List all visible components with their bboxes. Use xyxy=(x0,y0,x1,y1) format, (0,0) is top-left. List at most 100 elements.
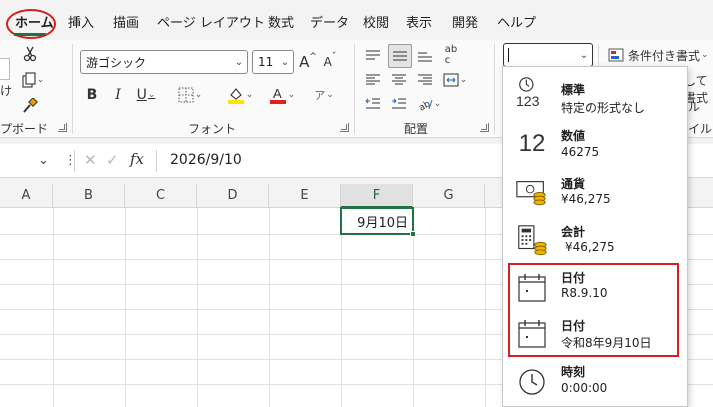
format-option-title: 通貨 xyxy=(561,177,586,191)
format-option-currency[interactable]: 通貨 ¥46,275 xyxy=(503,167,687,223)
align-middle-icon[interactable] xyxy=(388,44,412,68)
cut-icon[interactable] xyxy=(20,44,40,64)
annotation-highlight-box xyxy=(508,263,679,357)
tab-home[interactable]: ホーム xyxy=(15,12,54,31)
align-right-icon[interactable] xyxy=(414,70,436,90)
general-icon: 123 xyxy=(515,75,549,110)
more-icon: ⋮ xyxy=(64,153,77,168)
font-launcher-icon[interactable] xyxy=(340,123,349,132)
grid-line xyxy=(413,208,414,407)
phonetic-guide-icon[interactable]: ア ⌄ xyxy=(306,84,342,106)
column-header-a[interactable]: A xyxy=(0,184,53,208)
grid-line xyxy=(485,208,486,407)
grid-line xyxy=(125,208,126,407)
orientation-icon[interactable]: ab ⌄ xyxy=(414,94,444,114)
tab-review[interactable]: 校閲 xyxy=(363,12,389,31)
paste-icon[interactable] xyxy=(0,58,10,80)
number-icon: 12 xyxy=(518,130,546,157)
group-divider xyxy=(494,44,495,134)
column-header-d[interactable]: D xyxy=(197,184,269,208)
format-option-title: 標準 xyxy=(561,83,586,97)
borders-icon[interactable]: ⌄ xyxy=(170,84,210,106)
increase-font-size-icon[interactable]: A ^ xyxy=(298,50,318,74)
column-header-e[interactable]: E xyxy=(269,184,341,208)
format-option-number[interactable]: 12 数値 46275 xyxy=(503,117,687,173)
format-option-sample: ¥46,275 xyxy=(565,240,615,254)
chevron-down-icon: ⌄ xyxy=(579,49,589,61)
increase-indent-icon[interactable] xyxy=(388,94,410,114)
decrease-indent-icon[interactable] xyxy=(362,94,384,114)
grid-line xyxy=(341,208,342,407)
underline-icon[interactable]: U ⌄ xyxy=(132,84,160,106)
align-bottom-icon[interactable] xyxy=(414,46,436,66)
grid-line xyxy=(197,208,198,407)
font-name-value: 游ゴシック xyxy=(86,55,147,70)
align-top-icon[interactable] xyxy=(362,46,384,66)
clipboard-group-label: プボード xyxy=(0,122,49,136)
clipboard-launcher-icon[interactable] xyxy=(58,123,67,132)
format-option-title: 会計 xyxy=(561,225,586,239)
font-size-combo[interactable]: 11 ⌄ xyxy=(252,50,294,74)
active-cell-f1[interactable]: 9月10日 xyxy=(340,207,414,235)
tab-help[interactable]: ヘルプ xyxy=(497,12,536,31)
svg-text:123: 123 xyxy=(516,94,540,110)
chevron-down-icon: ⌄ xyxy=(280,56,290,68)
copy-icon[interactable]: ⌄ xyxy=(18,70,48,90)
group-divider xyxy=(354,44,355,134)
column-header-c[interactable]: C xyxy=(125,184,197,208)
enter-icon[interactable]: ✓ xyxy=(106,151,119,169)
alignment-launcher-icon[interactable] xyxy=(480,123,489,132)
paste-label-partial: け xyxy=(0,84,13,98)
conditional-format-label: 条件付き書式 xyxy=(628,48,701,63)
format-option-sample: 0:00:00 xyxy=(561,381,608,395)
cell-styles-label-partial: ル xyxy=(688,100,701,114)
divider xyxy=(74,150,75,172)
column-header-b[interactable]: B xyxy=(53,184,125,208)
time-icon xyxy=(515,365,549,399)
grid-line xyxy=(269,208,270,407)
tab-draw[interactable]: 描画 xyxy=(113,12,139,31)
currency-icon xyxy=(515,175,549,209)
column-header-g[interactable]: G xyxy=(413,184,485,208)
tab-page-layout[interactable]: ページ レイアウト xyxy=(157,12,265,31)
italic-icon[interactable]: I xyxy=(108,84,128,106)
tab-developer[interactable]: 開発 xyxy=(452,12,478,31)
group-divider xyxy=(72,44,73,134)
format-option-sample: 特定の形式なし xyxy=(561,101,646,115)
decrease-font-size-icon[interactable]: Aˇ xyxy=(320,50,340,74)
conditional-format-icon xyxy=(608,48,624,62)
column-header-f[interactable]: F xyxy=(341,184,413,208)
svg-text:A: A xyxy=(273,86,282,101)
formula-input[interactable]: 2026/9/10 xyxy=(170,152,242,168)
font-name-combo[interactable]: 游ゴシック ⌄ xyxy=(80,50,248,74)
divider xyxy=(156,150,157,172)
merge-center-icon[interactable]: ⌄ xyxy=(440,70,470,90)
fill-handle[interactable] xyxy=(410,231,416,237)
chevron-down-icon: ⌄ xyxy=(234,56,244,68)
format-painter-icon[interactable] xyxy=(20,96,40,116)
wrap-text-icon[interactable]: ab c xyxy=(440,44,462,66)
font-color-icon[interactable]: A ⌄ xyxy=(264,84,300,106)
font-group-label: フォント xyxy=(188,122,237,136)
tab-view[interactable]: 表示 xyxy=(406,12,432,31)
tab-formulas[interactable]: 数式 xyxy=(268,12,294,31)
alignment-group-label: 配置 xyxy=(404,122,429,136)
align-left-icon[interactable] xyxy=(362,70,384,90)
format-option-title: 時刻 xyxy=(561,365,586,379)
conditional-format-button[interactable]: 条件付き書式 ⌄ xyxy=(608,44,713,66)
format-option-title: 数値 xyxy=(561,129,586,143)
fill-color-icon[interactable]: ⌄ xyxy=(222,84,258,106)
align-center-icon[interactable] xyxy=(388,70,410,90)
format-option-time[interactable]: 時刻 0:00:00 xyxy=(503,361,687,406)
insert-function-icon[interactable]: fx xyxy=(130,150,144,168)
tab-data[interactable]: データ xyxy=(310,12,349,31)
cancel-icon[interactable]: ✕ xyxy=(84,151,97,169)
tab-insert[interactable]: 挿入 xyxy=(68,12,94,31)
number-format-combo[interactable]: ⌄ xyxy=(503,43,593,67)
text-cursor xyxy=(508,48,509,62)
bold-icon[interactable]: B xyxy=(82,84,102,106)
font-size-value: 11 xyxy=(258,55,274,69)
ribbon-tab-bar: ホーム 挿入 描画 ページ レイアウト 数式 データ 校閲 表示 開発 ヘルプ xyxy=(0,0,713,44)
grid-line xyxy=(53,208,54,407)
name-box-dropdown-icon[interactable]: ⌄ xyxy=(38,153,49,168)
